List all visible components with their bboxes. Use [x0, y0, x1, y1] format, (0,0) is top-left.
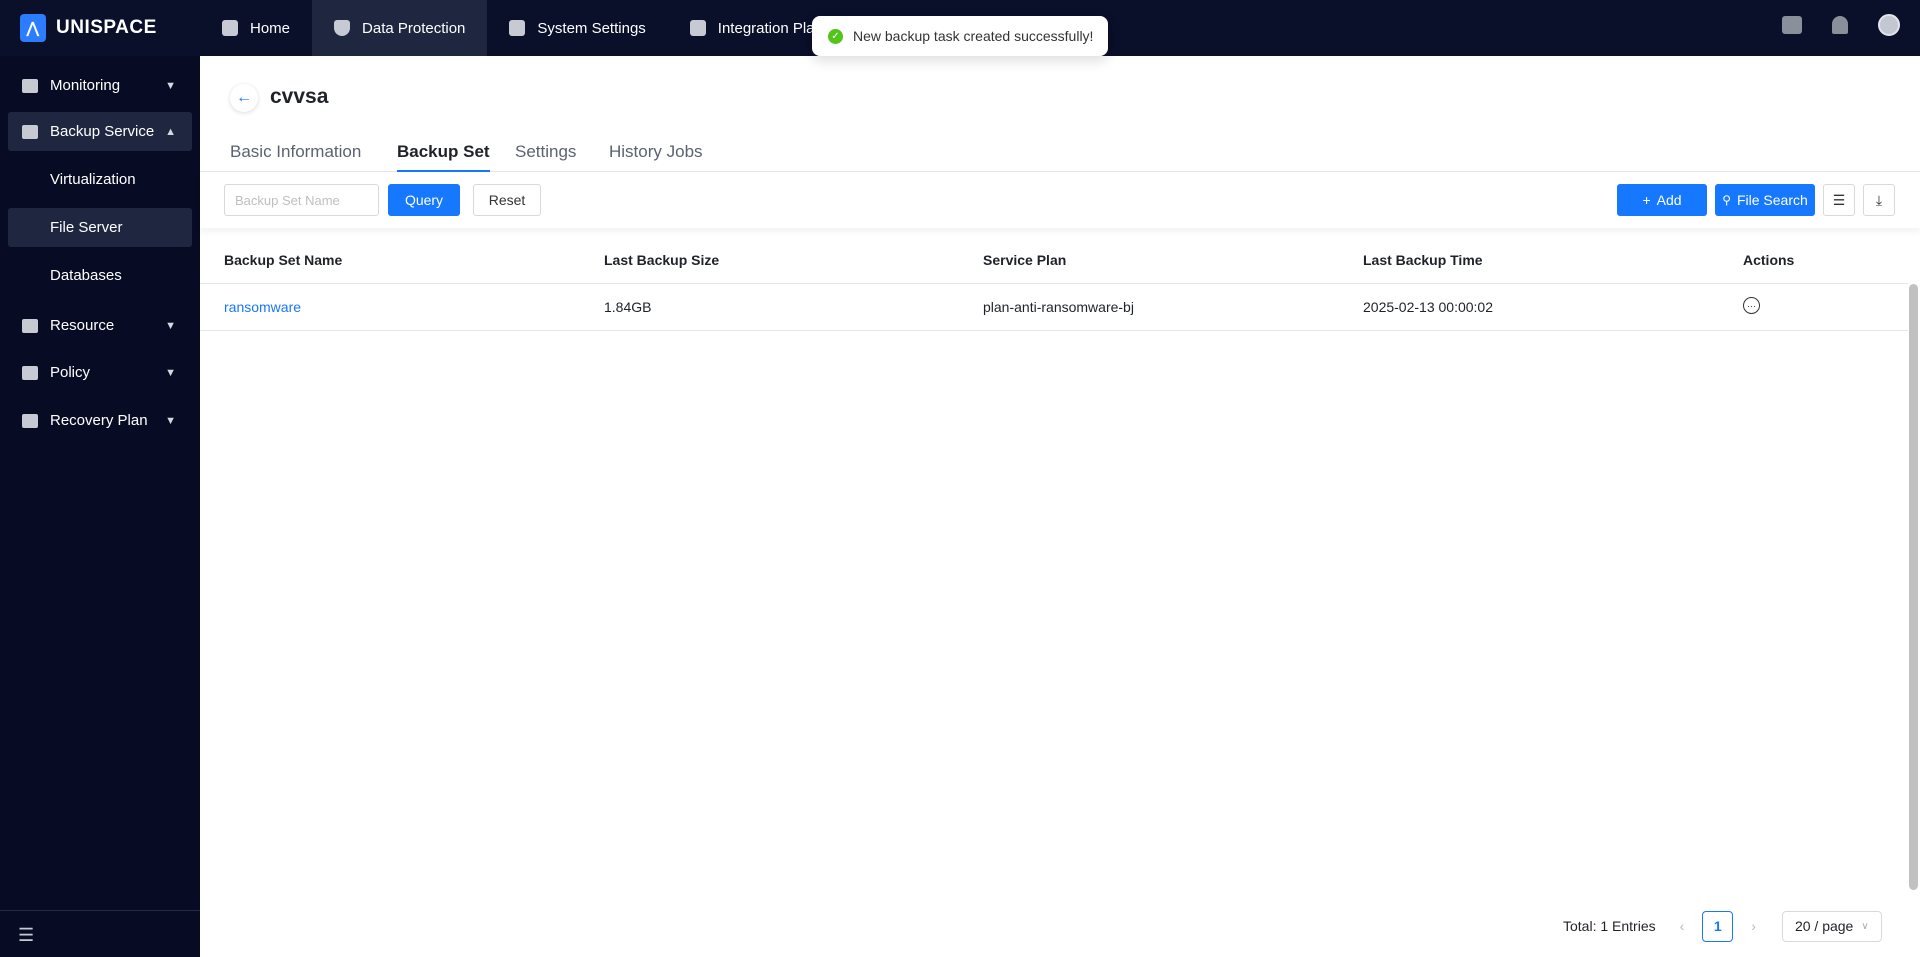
prev-page-icon[interactable]: ‹: [1680, 918, 1685, 934]
sidebar-item-virtualization[interactable]: Virtualization: [8, 160, 192, 199]
backup-set-name-input[interactable]: [224, 184, 379, 216]
nav-system-settings[interactable]: System Settings: [487, 0, 667, 56]
toast-message: New backup task created successfully!: [853, 28, 1094, 44]
logo[interactable]: ⋀ UNISPACE: [20, 14, 157, 42]
sidebar-label: Monitoring: [50, 77, 121, 94]
tab-backup-set[interactable]: Backup Set: [397, 142, 490, 172]
sidebar-item-monitoring[interactable]: Monitoring ▼: [8, 66, 192, 105]
screen-cast-icon[interactable]: [1782, 16, 1802, 34]
table-row: ransomware 1.84GB plan-anti-ransomware-b…: [200, 284, 1908, 331]
last-backup-time: 2025-02-13 00:00:02: [1363, 299, 1493, 315]
dashboard-icon: [222, 20, 238, 36]
main-content: ← cvvsa Basic Information Backup Set Set…: [200, 56, 1920, 957]
column-header: Actions: [1743, 252, 1795, 268]
nav-label: Data Protection: [362, 19, 466, 37]
chart-icon: [689, 20, 706, 36]
toolbar: Query Reset + Add ⚲ File Search ☰ ⤓: [200, 172, 1920, 228]
monitor-gear-icon: [509, 20, 526, 36]
nav-home[interactable]: Home: [200, 0, 312, 56]
shield-icon: [334, 20, 351, 36]
add-label: Add: [1656, 192, 1682, 208]
sidebar-label: Virtualization: [50, 171, 136, 188]
success-toast: ✓ New backup task created successfully!: [812, 16, 1108, 56]
nav-label: System Settings: [537, 19, 646, 37]
sidebar-label: File Server: [50, 219, 123, 236]
list-icon: ☰: [1832, 191, 1846, 208]
logo-icon: ⋀: [20, 14, 46, 42]
sidebar-label: Recovery Plan: [50, 412, 148, 429]
collapse-sidebar-icon[interactable]: ☰: [18, 925, 34, 946]
sidebar-label: Backup Service: [50, 123, 155, 140]
more-actions-icon[interactable]: ···: [1743, 297, 1760, 314]
sidebar-item-resource[interactable]: Resource ▼: [8, 306, 192, 345]
sidebar-label: Resource: [50, 317, 115, 334]
last-backup-size: 1.84GB: [604, 299, 652, 315]
chevron-down-icon: ∨: [1861, 920, 1869, 932]
table-header: Backup Set Name Last Backup Size Service…: [200, 237, 1908, 284]
page-size-value: 20 / page: [1794, 918, 1854, 934]
page-size-select[interactable]: 20 / page ∨: [1781, 910, 1882, 942]
service-plan: plan-anti-ransomware-bj: [983, 299, 1134, 315]
sidebar: Monitoring ▼ Backup Service ▲ Virtualizati…: [0, 56, 200, 957]
tabs: Basic Information Backup Set Settings Hi…: [200, 140, 1920, 172]
chevron-down-icon: ▼: [165, 366, 176, 379]
plus-icon: +: [1642, 192, 1651, 208]
sidebar-item-file-server[interactable]: File Server: [8, 208, 192, 247]
check-circle-icon: ✓: [828, 28, 843, 44]
sidebar-label: Policy: [50, 364, 91, 381]
column-header: Last Backup Size: [604, 252, 720, 268]
tab-settings[interactable]: Settings: [515, 142, 576, 170]
app-name: UNISPACE: [56, 17, 157, 38]
copy-icon: [22, 124, 38, 139]
chevron-down-icon: ▼: [165, 79, 176, 92]
tab-basic-information[interactable]: Basic Information: [230, 142, 361, 170]
sidebar-item-policy[interactable]: Policy ▼: [8, 353, 192, 392]
sidebar-item-recovery-plan[interactable]: Recovery Plan ▼: [8, 401, 192, 440]
export-button[interactable]: ⤓: [1863, 184, 1895, 216]
monitor-icon: [22, 78, 38, 93]
query-button[interactable]: Query: [388, 184, 460, 216]
backup-set-name-link[interactable]: ransomware: [224, 299, 301, 315]
arrow-left-icon: ←: [236, 89, 252, 106]
sidebar-item-backup-service[interactable]: Backup Service ▲: [8, 112, 192, 151]
tab-history-jobs[interactable]: History Jobs: [609, 142, 703, 170]
clipboard-check-icon: [22, 413, 38, 428]
sidebar-label: Databases: [50, 267, 122, 284]
nav-data-protection[interactable]: Data Protection: [312, 0, 488, 56]
download-icon: ⤓: [1875, 191, 1883, 208]
chevron-up-icon: ▲: [165, 125, 176, 138]
column-header: Backup Set Name: [224, 252, 343, 268]
reset-button[interactable]: Reset: [473, 184, 541, 216]
backup-set-table: Backup Set Name Last Backup Size Service…: [200, 237, 1908, 331]
search-icon: ⚲: [1722, 193, 1731, 207]
bell-icon[interactable]: [1832, 16, 1848, 34]
book-icon: [22, 365, 38, 380]
column-settings-button[interactable]: ☰: [1823, 184, 1855, 216]
column-header: Last Backup Time: [1363, 252, 1483, 268]
chevron-down-icon: ▼: [165, 319, 176, 332]
nav-label: Home: [250, 19, 291, 37]
folder-icon: [22, 318, 38, 333]
chevron-down-icon: ▼: [165, 414, 176, 427]
next-page-icon[interactable]: ›: [1751, 918, 1756, 934]
add-button[interactable]: + Add: [1617, 184, 1707, 216]
pagination: Total: 1 Entries ‹ 1 › 20 / page ∨: [1563, 910, 1882, 942]
sidebar-item-databases[interactable]: Databases: [8, 256, 192, 295]
page-title: cvvsa: [270, 85, 329, 108]
file-search-label: File Search: [1736, 192, 1808, 208]
scrollbar[interactable]: [1909, 284, 1918, 890]
page-1-button[interactable]: 1: [1702, 910, 1734, 942]
column-header: Service Plan: [983, 252, 1067, 268]
avatar[interactable]: [1878, 14, 1900, 36]
total-entries: Total: 1 Entries: [1563, 918, 1656, 934]
file-search-button[interactable]: ⚲ File Search: [1715, 184, 1815, 216]
top-nav: Home Data Protection System Settings Int…: [200, 0, 871, 56]
back-button[interactable]: ←: [230, 84, 258, 112]
